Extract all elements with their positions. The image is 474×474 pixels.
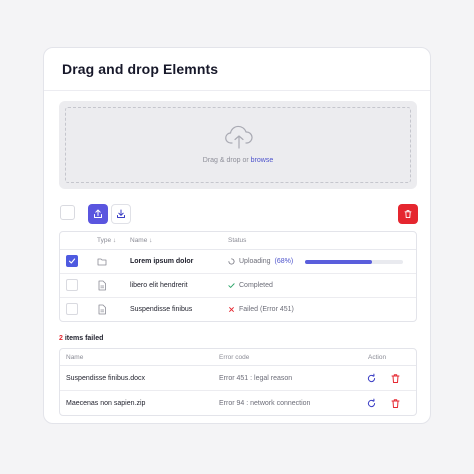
status-text: Failed (Error 451)	[239, 306, 294, 313]
row-checkbox[interactable]	[66, 255, 78, 267]
table-row[interactable]: Lorem ipsum dolor Uploading (68%)	[60, 250, 416, 274]
dropzone-text: Drag & drop or browse	[66, 157, 410, 164]
folder-icon	[97, 258, 107, 266]
status-text: Completed	[239, 282, 273, 289]
document-icon	[98, 304, 106, 315]
column-type[interactable]: Type ↓	[97, 237, 116, 244]
column-action: Action	[368, 354, 387, 361]
row-checkbox[interactable]	[66, 303, 78, 315]
status: Uploading (68%)	[228, 258, 293, 265]
upload-card: Drag and drop Elemnts Drag & drop or bro…	[43, 47, 431, 424]
table-header: Name Error code Action	[60, 349, 416, 366]
files-table: Type ↓ Name ↓ Status Lorem ipsum dolor U…	[59, 231, 417, 322]
download-button[interactable]	[111, 204, 131, 224]
trash-icon	[404, 210, 412, 219]
divider	[44, 90, 430, 91]
upload-button[interactable]	[88, 204, 108, 224]
check-icon	[68, 258, 76, 264]
table-header: Type ↓ Name ↓ Status	[60, 232, 416, 250]
retry-icon[interactable]	[366, 373, 377, 384]
select-all-checkbox[interactable]	[60, 205, 75, 220]
upload-icon	[94, 209, 102, 218]
progress-bar	[305, 260, 403, 264]
card-title: Drag and drop Elemnts	[62, 61, 219, 77]
dropzone[interactable]: Drag & drop or browse	[59, 101, 417, 189]
column-error-code: Error code	[219, 354, 250, 361]
errors-table: Name Error code Action Suspendisse finib…	[59, 348, 417, 416]
delete-button[interactable]	[398, 204, 418, 224]
cloud-upload-icon	[225, 125, 253, 149]
check-icon	[228, 283, 235, 288]
download-icon	[117, 209, 125, 218]
spinner-icon	[228, 258, 235, 265]
file-name: libero elit hendrerit	[130, 282, 188, 289]
dropzone-hint: Drag & drop or	[202, 157, 251, 164]
retry-icon[interactable]	[366, 398, 377, 409]
status: Completed	[228, 282, 273, 289]
table-row: Maecenas non sapien.zip Error 94 : netwo…	[60, 391, 416, 415]
column-status: Status	[228, 237, 247, 244]
table-row[interactable]: libero elit hendrerit Completed	[60, 274, 416, 298]
file-name: Lorem ipsum dolor	[130, 258, 194, 265]
failed-text: items failed	[62, 335, 104, 342]
trash-icon[interactable]	[390, 398, 401, 409]
file-name: Maecenas non sapien.zip	[66, 400, 146, 407]
close-icon	[229, 307, 234, 312]
dropzone-area[interactable]: Drag & drop or browse	[65, 107, 411, 183]
error-code: Error 451 : legal reason	[219, 375, 293, 382]
table-row[interactable]: Suspendisse finibus Failed (Error 451)	[60, 298, 416, 321]
document-icon	[98, 280, 106, 291]
error-code: Error 94 : network connection	[219, 400, 311, 407]
column-name: Name	[66, 354, 84, 361]
file-name: Suspendisse finibus	[130, 306, 193, 313]
status: Failed (Error 451)	[228, 306, 294, 313]
failed-summary: 2 items failed	[59, 335, 103, 342]
row-checkbox[interactable]	[66, 279, 78, 291]
column-name[interactable]: Name ↓	[130, 237, 152, 244]
trash-icon[interactable]	[390, 373, 401, 384]
browse-link[interactable]: browse	[251, 157, 274, 164]
file-name: Suspendisse finibus.docx	[66, 375, 145, 382]
progress-fill	[305, 260, 372, 264]
status-percent: (68%)	[274, 258, 294, 265]
status-text: Uploading	[239, 258, 271, 265]
table-row: Suspendisse finibus.docx Error 451 : leg…	[60, 366, 416, 391]
